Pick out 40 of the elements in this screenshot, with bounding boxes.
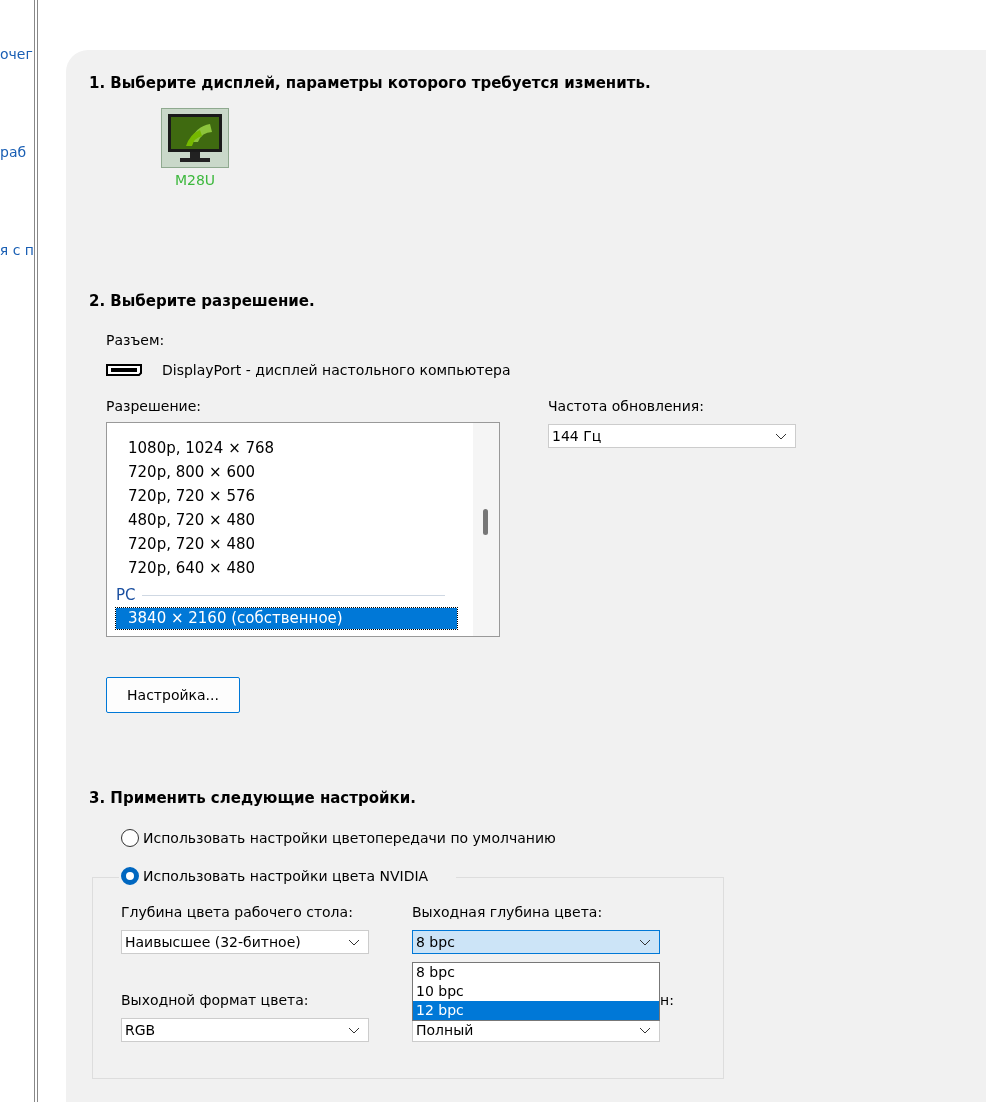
connector-label: Разъем: <box>106 332 166 348</box>
refresh-rate-label: Частота обновления: <box>548 398 705 414</box>
chevron-down-icon <box>639 1026 651 1034</box>
field-label: Глубина цвета рабочего стола: <box>121 904 354 920</box>
sidebar-link[interactable]: я с п <box>0 242 34 262</box>
radio-option[interactable]: Использовать настройки цвета NVIDIA <box>119 867 457 885</box>
port-icon <box>106 364 142 376</box>
group-header: PC <box>116 586 136 604</box>
chevron-down-icon <box>348 938 360 946</box>
section-heading: 2. Выберите разрешение. <box>89 292 316 310</box>
dropdown-option[interactable]: 8 bpc <box>413 963 659 982</box>
dropdown[interactable]: RGB <box>121 1018 369 1042</box>
resolution-label: Разрешение: <box>106 398 202 414</box>
resolution-item[interactable]: 720p, 720 × 480 <box>116 532 445 556</box>
scrollbar-thumb[interactable] <box>483 509 488 535</box>
chevron-down-icon <box>775 432 787 440</box>
field-label: Выходной формат цвета: <box>121 992 310 1008</box>
resolution-item[interactable]: 720p, 640 × 480 <box>116 556 445 580</box>
resolution-item[interactable]: 720p, 800 × 600 <box>116 460 445 484</box>
section-heading: 1. Выберите дисплей, параметры которого требуется изменить. <box>89 74 652 92</box>
field-label: Выходная глубина цвета: <box>412 904 604 920</box>
resolution-list[interactable]: 1080p, 1024 × 768 720p, 800 × 600 720p, 720 × 576 480p, 720 × 480 720p, 720 × 480 720p, 640 × 480 PC 3840 × 2160 (собственное) <box>106 422 500 637</box>
sidebar-link[interactable]: очег <box>0 46 34 66</box>
customize-button[interactable]: Настройка... <box>106 677 240 713</box>
resolution-item[interactable]: 480p, 720 × 480 <box>116 508 445 532</box>
dropdown-option[interactable]: 12 bpc <box>413 1001 659 1020</box>
dropdown[interactable]: 8 bpc <box>412 930 660 954</box>
sidebar-link[interactable]: раб <box>0 144 34 164</box>
chevron-down-icon <box>348 1026 360 1034</box>
radio-option[interactable]: Использовать настройки цветопередачи по умолчанию <box>121 829 986 847</box>
dropdown-option[interactable]: 10 bpc <box>413 982 659 1001</box>
resolution-item[interactable]: 1080p, 1024 × 768 <box>116 436 445 460</box>
section-heading: 3. Применить следующие настройки. <box>89 789 417 807</box>
chevron-down-icon <box>639 938 651 946</box>
resolution-item[interactable]: 3840 × 2160 (собственное) <box>116 608 457 629</box>
connector-name: DisplayPort - дисплей настольного компьютера <box>162 362 511 378</box>
resolution-item[interactable]: 720p, 720 × 576 <box>116 484 445 508</box>
monitor-icon[interactable] <box>161 108 229 168</box>
dropdown[interactable]: Наивысшее (32-битное) <box>121 930 369 954</box>
refresh-rate-dropdown[interactable]: 144 Гц <box>548 424 796 448</box>
